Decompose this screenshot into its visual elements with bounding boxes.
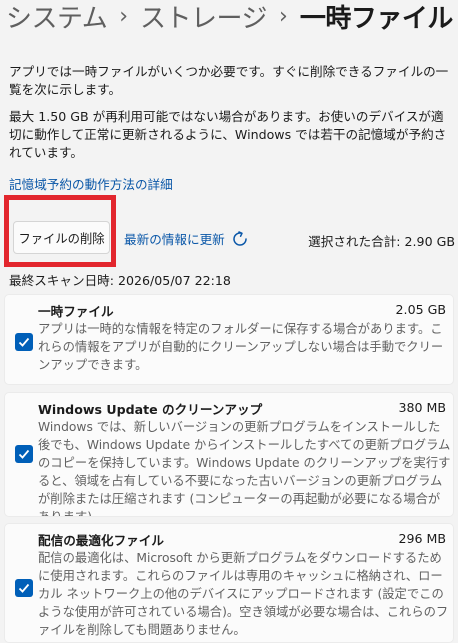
checkmark-icon bbox=[18, 583, 30, 593]
chevron-right-icon: › bbox=[119, 4, 129, 29]
last-scan-time: 最終スキャン日時: 2026/05/07 22:18 bbox=[9, 273, 231, 288]
list-item: 配信の最適化ファイル 296 MB 配信の最適化は、Microsoft から更新… bbox=[4, 523, 454, 643]
delete-files-button[interactable]: ファイルの削除 bbox=[13, 221, 110, 254]
refresh-label: 最新の情報に更新 bbox=[124, 232, 225, 247]
item-title: 配信の最適化ファイル bbox=[38, 533, 164, 548]
breadcrumb-system[interactable]: システム bbox=[6, 0, 108, 35]
page-title: 一時ファイル bbox=[299, 4, 454, 34]
reserved-storage-text: 最大 1.50 GB が再利用可能ではない場合があります。お使いのデバイスが適切… bbox=[9, 109, 447, 160]
list-item: 一時ファイル 2.05 GB アプリは一時的な情報を特定のフォルダーに保存する場… bbox=[4, 294, 454, 385]
selected-total: 選択された合計: 2.90 GB bbox=[308, 234, 455, 249]
breadcrumb-storage[interactable]: ストレージ bbox=[140, 0, 267, 35]
list-item: Windows Update のクリーンアップ 380 MB Windows で… bbox=[4, 392, 454, 517]
item-description: Windows では、新しいバージョンの更新プログラムをインストールした後でも、… bbox=[38, 420, 451, 517]
checkmark-icon bbox=[18, 449, 30, 459]
item-size: 296 MB bbox=[398, 531, 446, 546]
item-title: Windows Update のクリーンアップ bbox=[38, 402, 263, 417]
item-checkbox[interactable] bbox=[15, 445, 33, 463]
item-checkbox[interactable] bbox=[15, 333, 33, 351]
item-size: 2.05 GB bbox=[395, 302, 446, 317]
checkmark-icon bbox=[18, 337, 30, 347]
reserved-storage-link[interactable]: 記憶域予約の動作方法の詳細 bbox=[9, 174, 173, 193]
refresh-icon bbox=[233, 230, 247, 246]
item-size: 380 MB bbox=[398, 400, 446, 415]
breadcrumb: システム › ストレージ › 一時ファイル bbox=[6, 0, 453, 35]
item-title: 一時ファイル bbox=[38, 304, 114, 319]
chevron-right-icon: › bbox=[279, 4, 288, 29]
item-description: 配信の最適化は、Microsoft から更新プログラムをダウンロードするために使… bbox=[38, 551, 449, 637]
item-checkbox[interactable] bbox=[15, 579, 33, 597]
item-description: アプリは一時的な情報を特定のフォルダーに保存する場合があります。これらの情報をア… bbox=[38, 322, 444, 372]
intro-text: アプリでは一時ファイルがいくつか必要です。すぐに削除できるファイルの一覧を次に示… bbox=[9, 64, 449, 97]
refresh-button[interactable]: 最新の情報に更新 bbox=[124, 229, 249, 248]
